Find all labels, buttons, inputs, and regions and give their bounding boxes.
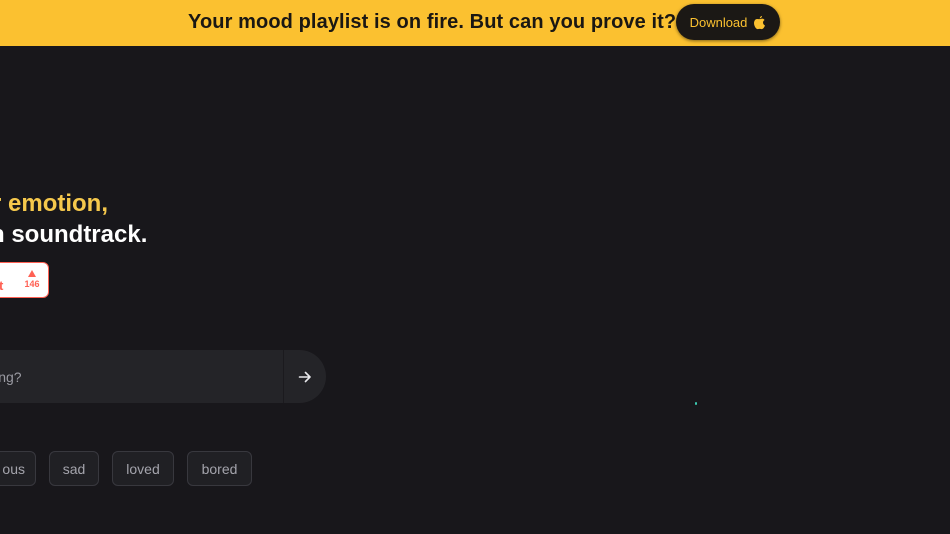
mood-chip[interactable]: ous (0, 451, 36, 486)
mood-chip[interactable]: loved (112, 451, 174, 486)
upvote-count: 146 (24, 279, 40, 289)
arrow-right-icon (298, 371, 311, 382)
product-hunt-label: t (0, 278, 4, 293)
upvote-triangle-icon (28, 270, 36, 277)
download-label: Download (689, 14, 748, 30)
hero-headline-line1: r emotion, (0, 190, 109, 217)
hero-headline-line2: n soundtrack. (0, 221, 148, 248)
sparkle-dot (695, 402, 697, 405)
mood-input-container (0, 350, 326, 403)
download-button[interactable]: Download (676, 4, 780, 40)
mood-chip[interactable]: sad (49, 451, 99, 486)
product-hunt-upvote: 146 (23, 270, 41, 289)
mood-chip[interactable]: bored (187, 451, 252, 486)
apple-icon (754, 15, 766, 29)
promo-banner: Your mood playlist is on fire. But can y… (0, 0, 950, 46)
mood-input[interactable] (0, 350, 283, 403)
banner-text: Your mood playlist is on fire. But can y… (188, 11, 677, 33)
submit-mood-button[interactable] (283, 350, 326, 403)
product-hunt-badge[interactable]: t 146 (0, 262, 49, 298)
